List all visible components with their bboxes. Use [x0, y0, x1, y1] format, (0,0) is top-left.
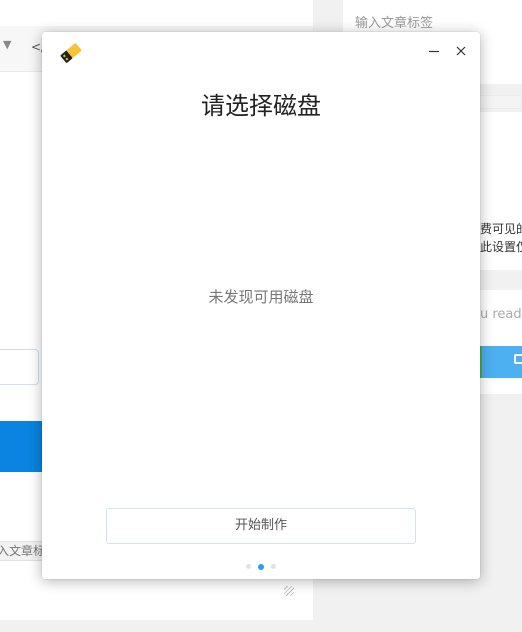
page-dot[interactable] [246, 564, 251, 569]
close-icon [456, 46, 466, 56]
side-text-line2: 此设置仅 [480, 240, 522, 254]
background-tag-field[interactable]: 入文章标 [0, 541, 44, 561]
page-indicator [42, 563, 480, 570]
page-dot[interactable] [271, 564, 276, 569]
usb-drive-icon [58, 41, 84, 65]
minimize-icon [429, 50, 439, 53]
side-tag-input[interactable]: 输入文章标签 [355, 12, 433, 31]
start-button[interactable]: 开始制作 [106, 508, 416, 544]
side-text-line3: u ready [480, 307, 522, 322]
toolbar-dropdown-icon[interactable]: ▼ [3, 38, 11, 51]
background-side-card-2 [478, 290, 522, 394]
background-side-bar [478, 95, 522, 109]
no-disk-message: 未发现可用磁盘 [208, 288, 314, 306]
resize-grip-icon[interactable] [284, 586, 294, 596]
background-input[interactable] [0, 349, 39, 385]
close-button[interactable] [450, 40, 472, 62]
select-disk-dialog: 请选择磁盘 未发现可用磁盘 开始制作 [42, 32, 480, 579]
side-text-line1: 费可见的 [480, 222, 522, 236]
page-dot[interactable] [258, 563, 264, 570]
dialog-title: 请选择磁盘 [201, 92, 321, 120]
checkbox-icon [514, 354, 522, 364]
background-blue-button[interactable] [0, 421, 44, 472]
minimize-button[interactable] [423, 40, 445, 62]
